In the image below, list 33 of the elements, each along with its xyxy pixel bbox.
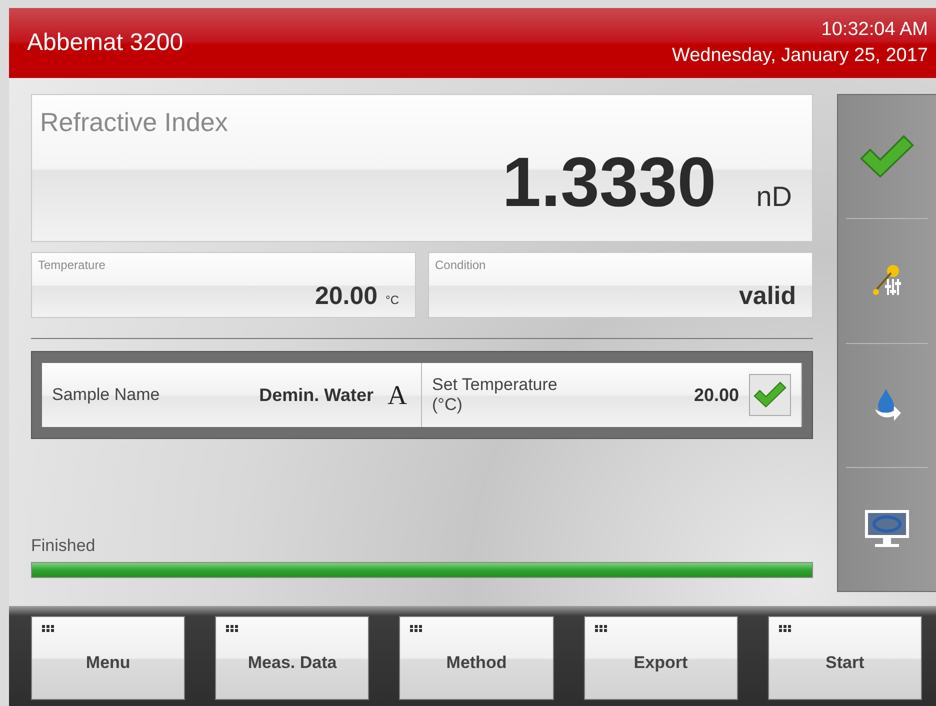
set-temperature-value: 20.00 bbox=[694, 384, 739, 406]
set-temperature-label: Set Temperature (°C) bbox=[432, 374, 558, 416]
app-title: Abbemat 3200 bbox=[27, 29, 184, 57]
result-label: Refractive Index bbox=[40, 107, 228, 138]
footer-button[interactable]: Meas. Data bbox=[215, 616, 370, 700]
grid-icon bbox=[778, 625, 791, 632]
grid-icon bbox=[594, 625, 607, 632]
footer-button[interactable]: Menu bbox=[31, 616, 186, 700]
clock-date: Wednesday, January 25, 2017 bbox=[672, 45, 928, 67]
sample-name-value: Demin. Water bbox=[259, 384, 374, 406]
text-input-button[interactable]: A bbox=[384, 380, 411, 410]
result-value: 1.3330 bbox=[502, 142, 716, 222]
check-icon bbox=[753, 381, 787, 409]
sample-name-field[interactable]: Sample Name Demin. Water A bbox=[42, 363, 422, 427]
reading-label: Condition bbox=[435, 258, 486, 272]
grid-icon bbox=[410, 625, 422, 632]
clock-time: 10:32:04 AM bbox=[821, 19, 928, 41]
grid-icon bbox=[42, 625, 54, 632]
drop-arrow-icon bbox=[872, 387, 902, 424]
reading-value: 20.00 bbox=[314, 282, 378, 311]
result-unit: nD bbox=[756, 181, 792, 213]
grid-icon bbox=[226, 625, 238, 632]
check-icon bbox=[859, 134, 915, 180]
footer-button[interactable]: Method bbox=[399, 616, 554, 700]
sample-name-label: Sample Name bbox=[52, 385, 160, 405]
set-temperature-checkbox[interactable] bbox=[749, 374, 791, 416]
footer-button[interactable]: Export bbox=[584, 616, 738, 700]
reading-value: valid bbox=[739, 282, 796, 311]
progress-label: Finished bbox=[31, 536, 96, 556]
set-temperature-field[interactable]: Set Temperature (°C) 20.00 bbox=[422, 363, 802, 427]
reading-label: Temperature bbox=[38, 258, 106, 272]
reading-unit: °C bbox=[386, 293, 399, 307]
footer-button[interactable]: Start bbox=[768, 616, 922, 700]
